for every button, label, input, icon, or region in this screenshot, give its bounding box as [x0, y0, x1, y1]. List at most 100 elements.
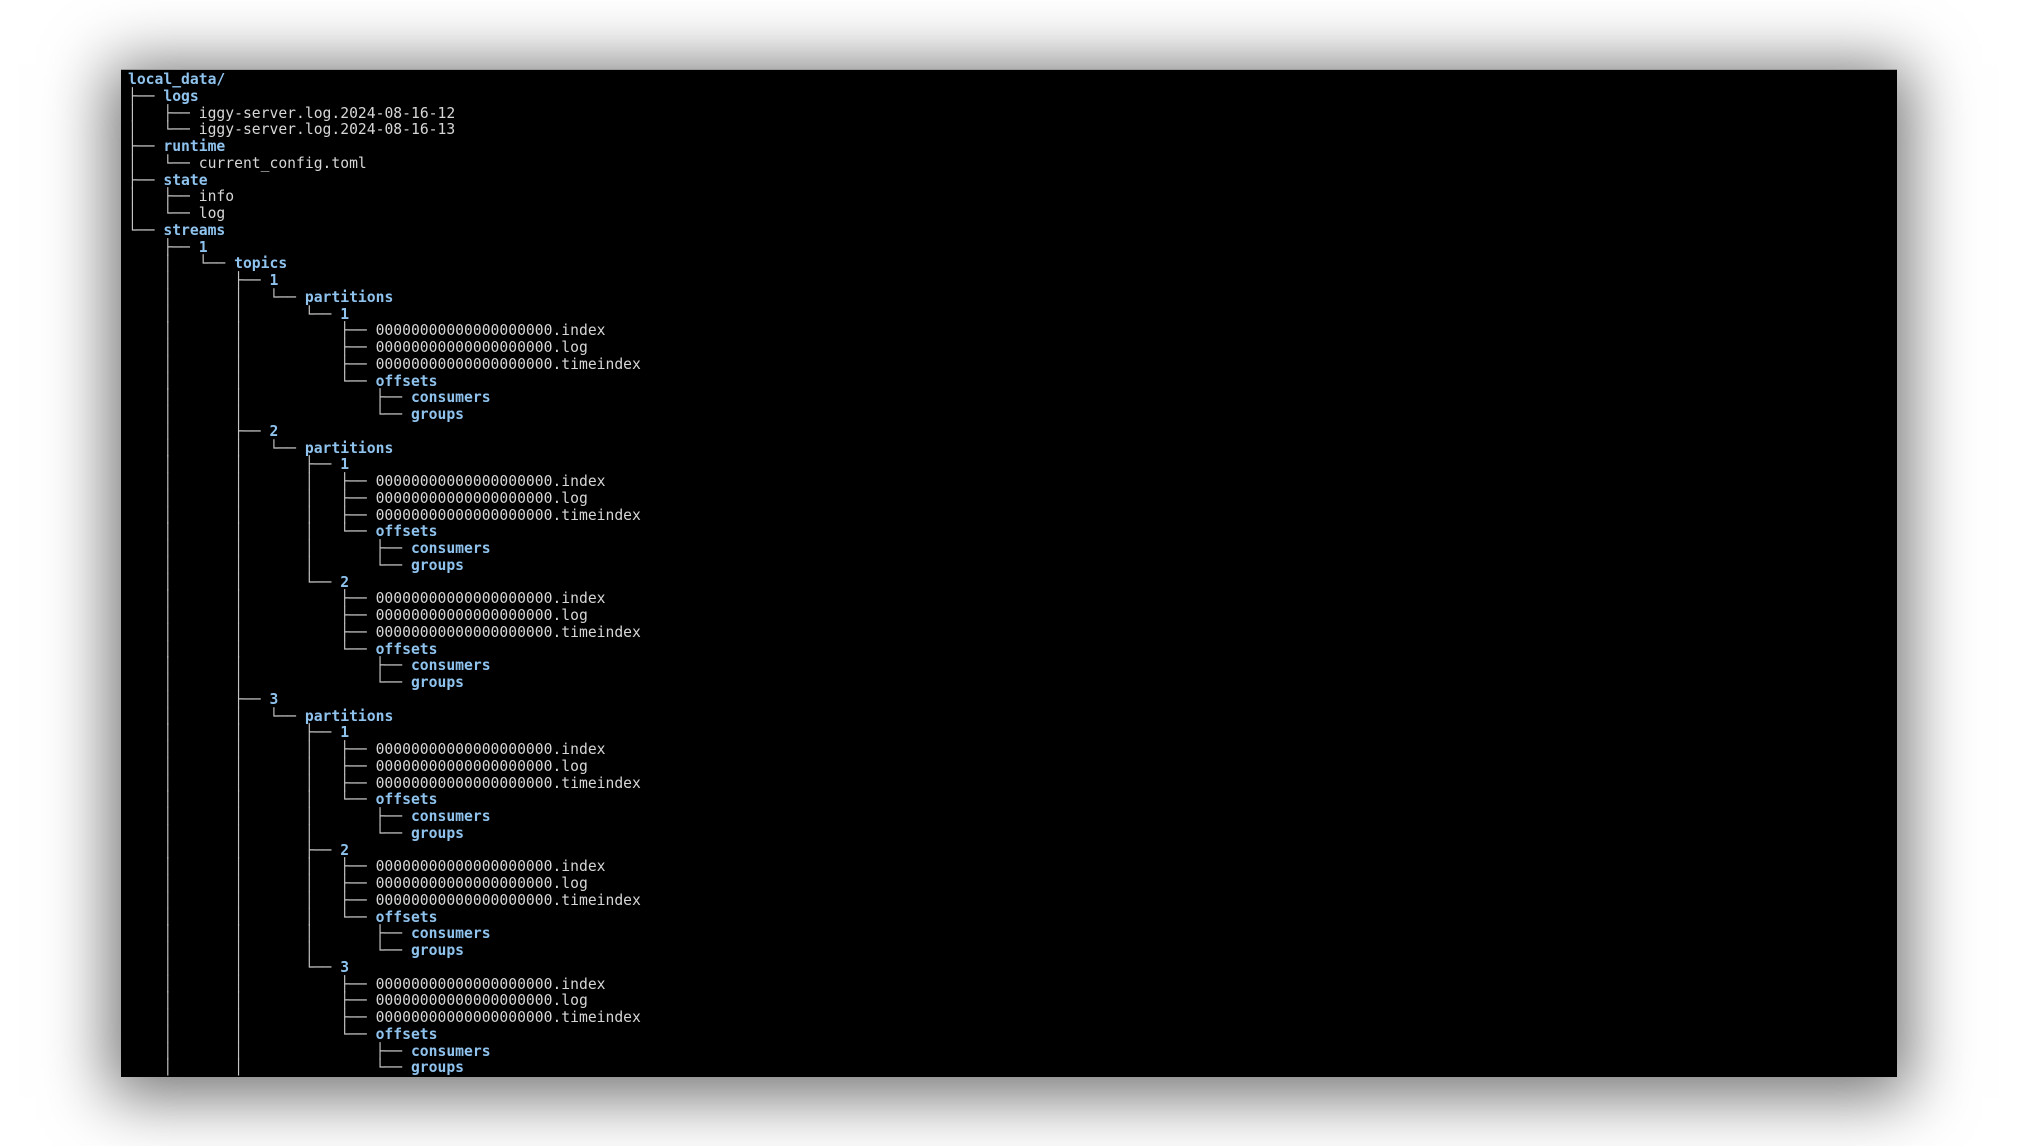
- tree-connector: │ │ ├──: [128, 623, 376, 641]
- tree-connector: │ │ ├──: [128, 607, 376, 624]
- directory-name: 2: [269, 422, 279, 440]
- tree-connector: │ │ │ ├──: [128, 808, 411, 825]
- directory-name: consumers: [410, 540, 491, 557]
- tree-connector: │ │ │ ├──: [128, 858, 376, 876]
- tree-line: ├── state: [128, 171, 641, 190]
- tree-connector: │ │ │ ├──: [128, 489, 376, 507]
- directory-name: groups: [410, 942, 465, 959]
- tree-connector: │ │ │ ├──: [128, 741, 376, 758]
- tree-line: │ └── topics: [128, 255, 641, 273]
- tree-line: │ │ ├── 1: [128, 724, 641, 742]
- directory-name: groups: [410, 824, 465, 842]
- directory-name: offsets: [375, 372, 438, 390]
- tree-connector: │ ├──: [128, 104, 199, 122]
- directory-name: 3: [269, 690, 279, 708]
- directory-name: partitions: [304, 288, 394, 306]
- tree-line: │ ├── 1: [128, 272, 641, 290]
- tree-connector: │ └──: [128, 255, 235, 273]
- directory-tree: local_data/├── logs │ ├── iggy-server.log…: [128, 71, 641, 1077]
- tree-connector: │ │ ├──: [128, 992, 376, 1010]
- directory-name: 3: [340, 958, 350, 976]
- file-name: iggy-server.log.2024-08-16-13: [198, 121, 456, 139]
- file-name: 00000000000000000000.index: [375, 590, 606, 608]
- tree-connector: │ │ ├──: [128, 590, 376, 608]
- directory-name: partitions: [304, 707, 394, 725]
- tree-line: │ │ │ ├── 00000000000000000000.index: [128, 741, 641, 759]
- file-name: 00000000000000000000.timeindex: [375, 623, 641, 641]
- directory-name: consumers: [410, 657, 491, 675]
- file-name: 00000000000000000000.log: [375, 992, 588, 1010]
- tree-connector: │ │ └──: [128, 406, 411, 423]
- tree-connector: │ │ └──: [128, 288, 305, 306]
- tree-line: │ │ │ ├── 00000000000000000000.timeindex: [128, 892, 641, 910]
- tree-connector: │ │ ├──: [128, 657, 411, 675]
- tree-connector: │ │ │ ├──: [128, 540, 411, 557]
- tree-line: │ │ │ ├── consumers: [128, 540, 641, 558]
- tree-connector: ├──: [128, 87, 164, 105]
- tree-line: │ │ └── groups: [128, 1059, 641, 1077]
- tree-line: │ │ │ └── offsets: [128, 523, 641, 541]
- tree-connector: │ │ │ └──: [128, 908, 376, 926]
- tree-line: │ │ │ └── groups: [128, 556, 641, 575]
- tree-line: │ │ ├── 1: [128, 456, 641, 474]
- tree-connector: │ │ └──: [128, 305, 341, 323]
- directory-name: groups: [410, 1059, 465, 1077]
- directory-name: consumers: [410, 808, 491, 825]
- tree-line: │ ├── 2: [128, 422, 641, 441]
- terminal-window[interactable]: local_data/├── logs │ ├── iggy-server.log…: [121, 69, 1897, 1077]
- tree-line: │ │ ├── consumers: [128, 657, 641, 675]
- file-name: 00000000000000000000.log: [375, 875, 588, 892]
- directory-name: offsets: [375, 791, 438, 809]
- tree-line: │ │ └── partitions: [128, 288, 641, 307]
- file-name: 00000000000000000000.timeindex: [375, 1009, 641, 1026]
- file-name: 00000000000000000000.log: [375, 489, 588, 507]
- directory-name: groups: [410, 406, 465, 423]
- tree-line: ├── runtime: [128, 138, 641, 156]
- tree-connector: │ │ └──: [128, 1025, 376, 1043]
- file-name: log: [198, 205, 226, 222]
- directory-name: consumers: [410, 925, 491, 943]
- tree-line: │ ├── iggy-server.log.2024-08-16-12: [128, 104, 641, 123]
- tree-line: │ │ │ └── offsets: [128, 908, 641, 927]
- directory-name: consumers: [410, 1042, 491, 1060]
- tree-connector: │ │ └──: [128, 1059, 411, 1077]
- tree-connector: │ │ │ ├──: [128, 875, 376, 892]
- tree-connector: │ │ ├──: [128, 1042, 411, 1060]
- tree-line: │ │ │ └── groups: [128, 942, 641, 960]
- directory-name: state: [163, 171, 208, 189]
- file-name: 00000000000000000000.timeindex: [375, 355, 641, 373]
- tree-line: │ ├── 3: [128, 690, 641, 709]
- directory-name: runtime: [163, 138, 226, 155]
- directory-name: groups: [410, 556, 465, 574]
- tree-connector: │ │ │ └──: [128, 824, 411, 842]
- tree-line: │ │ └── offsets: [128, 1025, 641, 1044]
- tree-connector: ├──: [128, 238, 199, 256]
- file-name: info: [198, 188, 235, 206]
- tree-connector: │ │ │ └──: [128, 942, 411, 959]
- tree-connector: │ ├──: [128, 690, 270, 708]
- tree-line: │ │ ├── consumers: [128, 1042, 641, 1061]
- tree-connector: │ ├──: [128, 188, 199, 206]
- tree-connector: │ │ │ └──: [128, 556, 411, 574]
- file-name: 00000000000000000000.log: [375, 757, 588, 775]
- tree-line: │ │ │ ├── 00000000000000000000.log: [128, 489, 641, 508]
- tree-line: │ │ └── 1: [128, 305, 641, 324]
- tree-line: │ │ └── groups: [128, 674, 641, 692]
- directory-name: 1: [340, 456, 350, 474]
- file-name: 00000000000000000000.index: [375, 975, 606, 993]
- tree-line: │ │ ├── 00000000000000000000.log: [128, 607, 641, 625]
- tree-line: │ │ ├── 00000000000000000000.index: [128, 322, 641, 340]
- file-name: 00000000000000000000.index: [375, 858, 606, 876]
- tree-connector: │ │ └──: [128, 573, 341, 591]
- tree-line: │ └── log: [128, 205, 641, 223]
- tree-line: │ │ │ ├── 00000000000000000000.index: [128, 858, 641, 876]
- tree-connector: │ │ └──: [128, 958, 341, 976]
- tree-connector: │ ├──: [128, 272, 270, 289]
- tree-line: │ │ │ ├── consumers: [128, 808, 641, 826]
- tree-line: │ │ ├── 00000000000000000000.timeindex: [128, 623, 641, 642]
- tree-line: │ │ │ ├── consumers: [128, 925, 641, 943]
- file-name: 00000000000000000000.log: [375, 607, 588, 624]
- directory-name: offsets: [375, 908, 438, 926]
- tree-line: │ │ │ ├── 00000000000000000000.timeindex: [128, 507, 641, 525]
- tree-connector: │ │ ├──: [128, 389, 411, 407]
